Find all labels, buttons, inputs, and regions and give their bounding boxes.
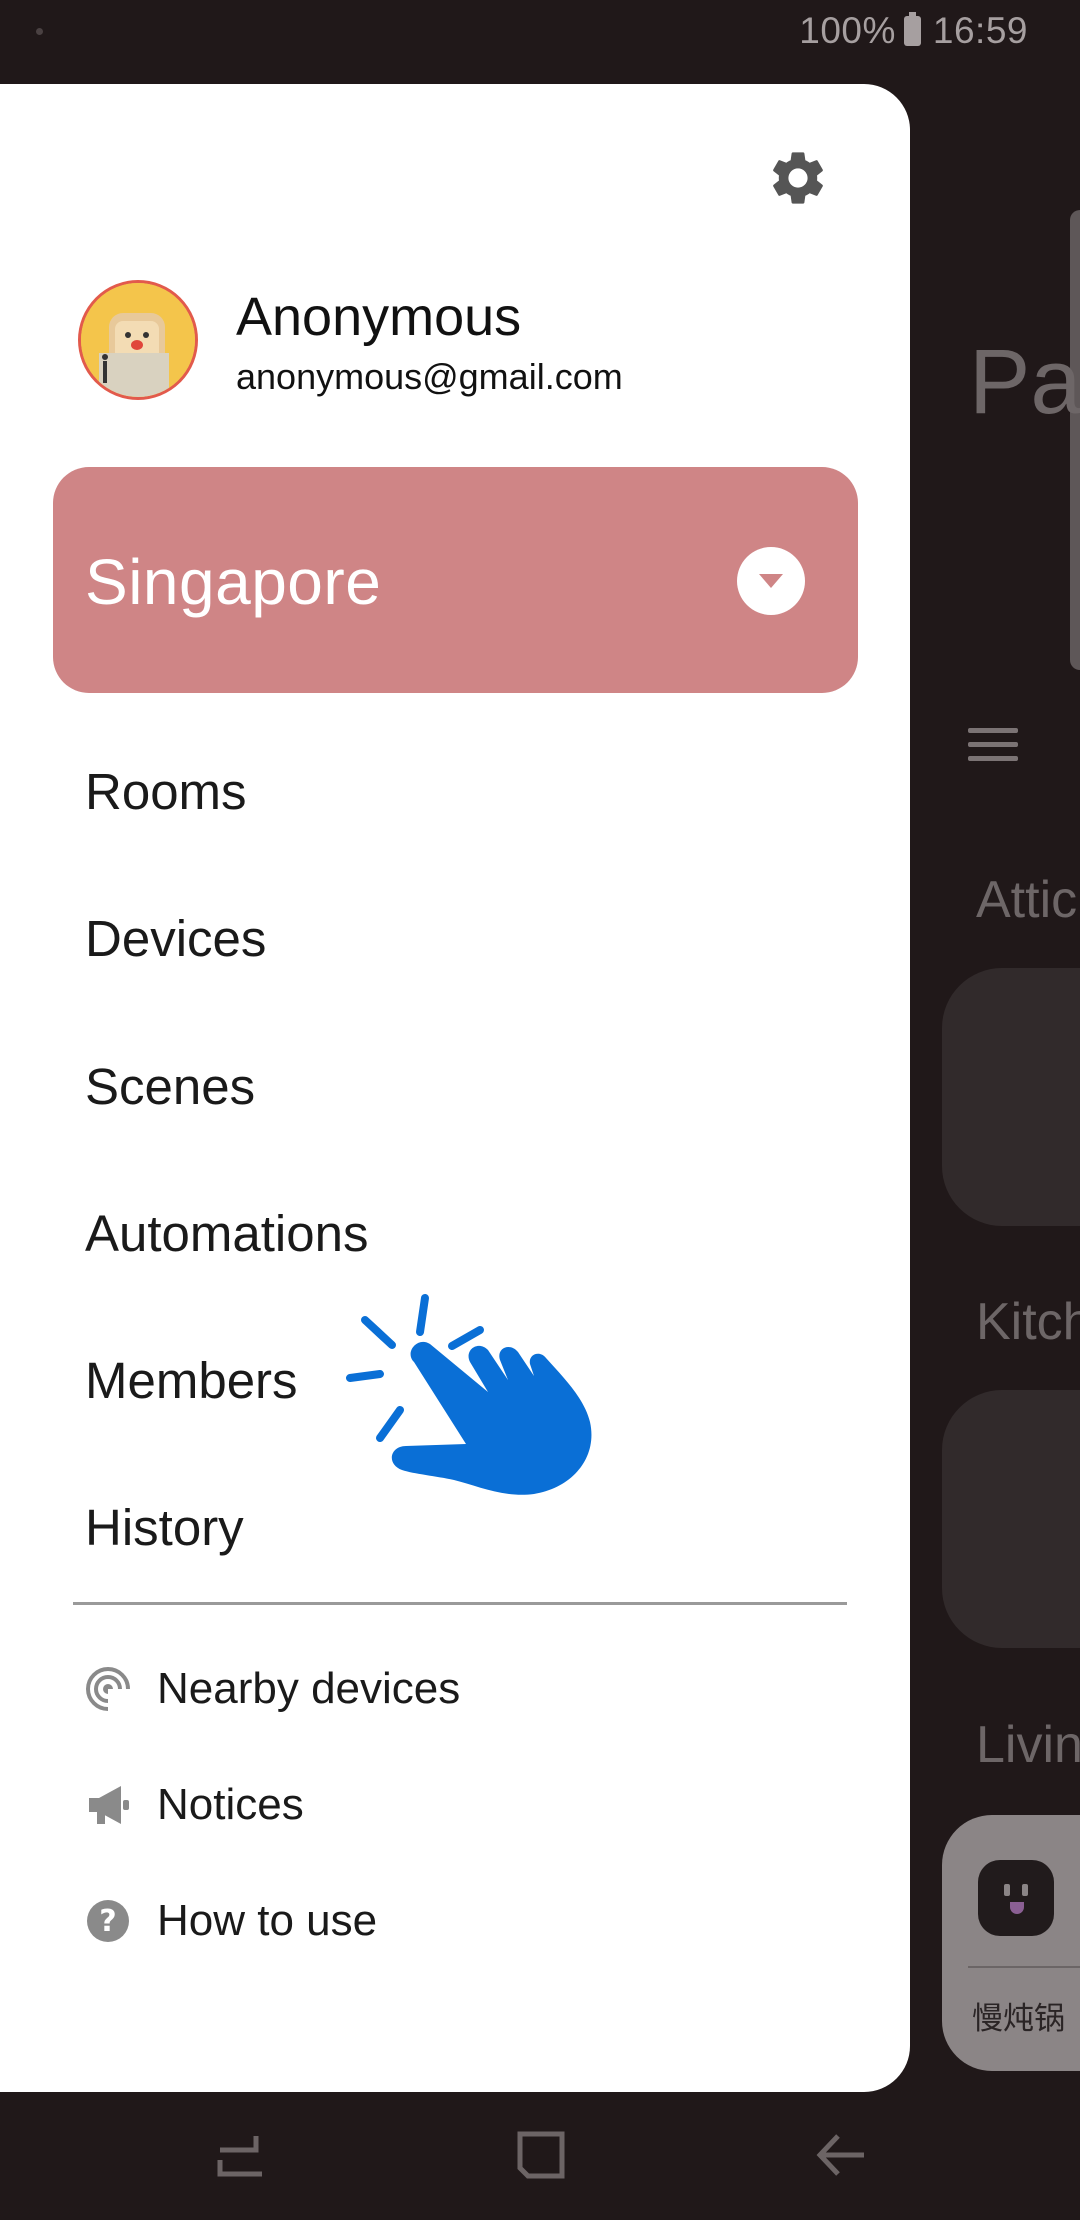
home-icon [517, 2131, 565, 2179]
notification-dot [36, 28, 43, 35]
battery-icon [903, 12, 921, 46]
background-device-label: 慢炖锅 [972, 2001, 1065, 2036]
menu-item-notices[interactable]: Notices [85, 1773, 304, 1837]
status-bar: 100% 16:59 [0, 0, 1080, 64]
location-label: Singapore [85, 546, 382, 618]
background-room-card [942, 968, 1080, 1226]
system-nav-bar [0, 2092, 1080, 2220]
recent-apps-icon [217, 2136, 262, 2177]
menu-divider [73, 1602, 847, 1605]
navigation-drawer: Anonymous anonymous@gmail.com Singapore … [0, 84, 910, 2092]
background-section-attic: Attic [976, 871, 1078, 929]
back-arrow-icon [816, 2134, 864, 2176]
background-section-living: Livin [976, 1716, 1080, 1774]
battery-percent: 100% [799, 10, 896, 51]
toast-character-icon [81, 283, 195, 397]
recent-apps-button[interactable] [206, 2120, 276, 2190]
background-section-kitchen: Kitch [976, 1293, 1080, 1351]
user-name: Anonymous [236, 287, 522, 347]
outlet-icon [978, 1860, 1054, 1936]
user-email: anonymous@gmail.com [236, 356, 623, 397]
megaphone-icon [85, 1782, 131, 1828]
menu-item-scenes[interactable]: Scenes [85, 1047, 255, 1127]
help-icon: ? [85, 1898, 131, 1944]
background-device-divider [968, 1966, 1080, 1968]
status-indicators: 100% 16:59 [799, 10, 1028, 52]
chevron-down-icon[interactable] [737, 547, 805, 615]
location-selector[interactable]: Singapore [53, 467, 858, 693]
menu-item-how-to-use[interactable]: ? How to use [85, 1889, 377, 1953]
gear-icon [773, 152, 823, 204]
screen: 100% 16:59 Pa Attic Kitch Livin 慢炖锅 Anon… [0, 0, 1080, 2220]
nearby-icon [85, 1666, 131, 1712]
back-button[interactable] [808, 2120, 878, 2190]
menu-item-members[interactable]: Members [85, 1341, 298, 1421]
menu-item-automations[interactable]: Automations [85, 1194, 369, 1274]
menu-item-history[interactable]: History [85, 1488, 244, 1568]
home-button[interactable] [506, 2120, 576, 2190]
avatar[interactable] [78, 280, 198, 400]
hamburger-menu-icon [968, 728, 1018, 764]
nearby-devices-label: Nearby devices [157, 1664, 461, 1713]
how-to-use-label: How to use [157, 1896, 378, 1945]
background-room-card [942, 1390, 1080, 1648]
menu-item-rooms[interactable]: Rooms [85, 752, 247, 832]
background-card-edge [1070, 210, 1080, 670]
notices-label: Notices [157, 1780, 304, 1829]
background-page-title: Pa [969, 331, 1080, 433]
tap-hand-icon [340, 1290, 640, 1510]
clock: 16:59 [932, 10, 1028, 51]
settings-button[interactable] [766, 146, 830, 210]
menu-item-nearby-devices[interactable]: Nearby devices [85, 1657, 460, 1721]
menu-item-devices[interactable]: Devices [85, 899, 266, 979]
